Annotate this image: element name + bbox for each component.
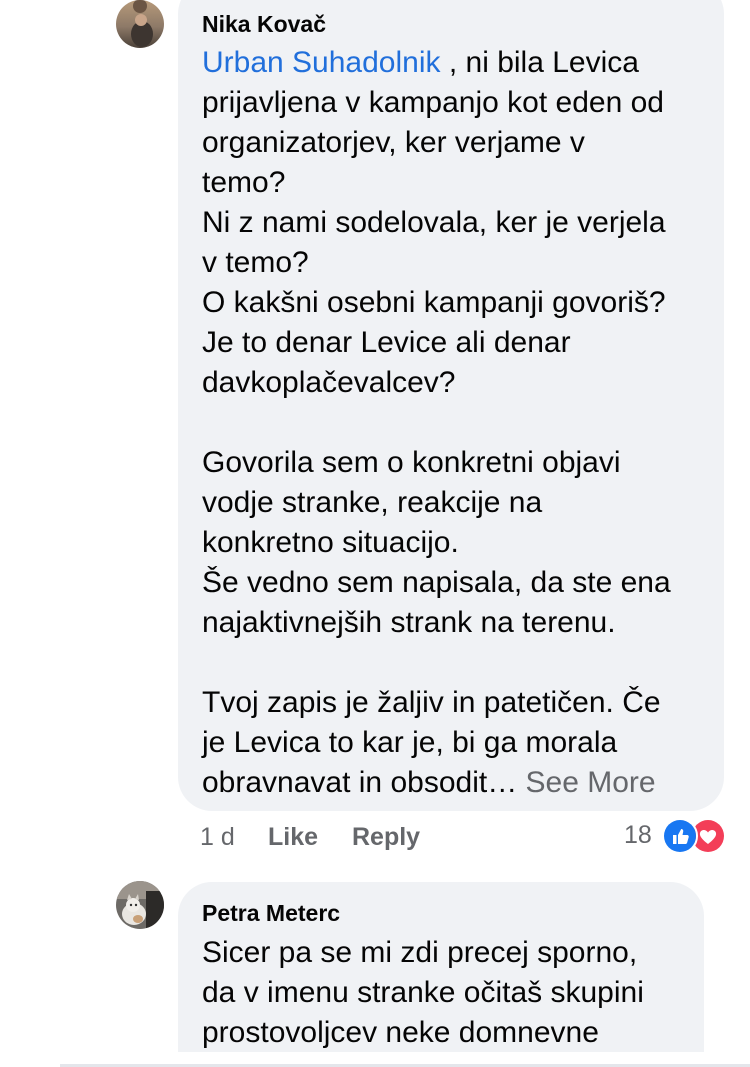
mention-link[interactable]: Urban Suhadolnik: [202, 46, 441, 79]
see-more-link[interactable]: See More: [526, 766, 656, 799]
reply-button[interactable]: Reply: [352, 822, 420, 852]
reaction-count: 18: [624, 821, 652, 849]
comment-text: Urban Suhadolnik , ni bila Levica prijav…: [202, 43, 698, 803]
comment-body: , ni bila Levica prijavljena v kampanjo …: [202, 46, 671, 799]
reactions-summary[interactable]: 18: [620, 818, 750, 854]
like-icon: [662, 818, 698, 854]
comment-actions: 1 d Like Reply: [200, 822, 500, 852]
comments-thread: Nika Kovač Urban Suhadolnik , ni bila Le…: [0, 0, 750, 1067]
comment-timestamp[interactable]: 1 d: [200, 822, 235, 852]
comment-author[interactable]: Petra Meterc: [202, 899, 678, 927]
comment-author[interactable]: Nika Kovač: [202, 10, 698, 38]
comment-bubble: Nika Kovač Urban Suhadolnik , ni bila Le…: [178, 0, 724, 811]
profile-photo: [116, 0, 164, 48]
profile-photo: [116, 881, 164, 929]
comment-body: Sicer pa se mi zdi precej sporno, da v i…: [202, 936, 644, 1049]
bottom-edge: [0, 1052, 750, 1067]
like-button[interactable]: Like: [268, 822, 318, 852]
avatar-nika-kovac[interactable]: [116, 0, 164, 48]
comment-bubble: Petra Meterc Sicer pa se mi zdi precej s…: [178, 882, 704, 1067]
avatar-petra-meterc[interactable]: [116, 881, 164, 929]
